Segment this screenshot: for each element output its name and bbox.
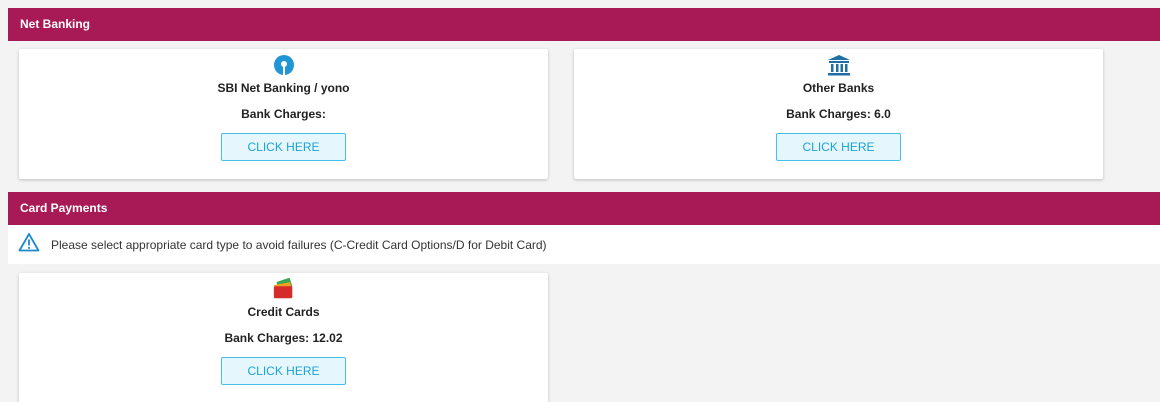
card-payments-header: Card Payments (8, 192, 1160, 225)
net-banking-header: Net Banking (8, 8, 1160, 41)
sbi-net-banking-card: SBI Net Banking / yono Bank Charges: CLI… (19, 49, 548, 179)
bank-charges: Bank Charges: (241, 107, 326, 121)
card-title: Other Banks (802, 81, 875, 95)
bank-charges: Bank Charges: 6.0 (786, 107, 891, 121)
warning-icon (18, 232, 40, 257)
card-title: Credit Cards (247, 305, 320, 319)
other-banks-card: Other Banks Bank Charges: 6.0 CLICK HERE (574, 49, 1103, 179)
sbi-click-here-button[interactable]: CLICK HERE (221, 133, 346, 161)
card-title: SBI Net Banking / yono (217, 81, 350, 95)
net-banking-cards: SBI Net Banking / yono Bank Charges: CLI… (8, 41, 1160, 192)
card-type-notice: Please select appropriate card type to a… (8, 225, 1160, 264)
credit-cards-click-here-button[interactable]: CLICK HERE (221, 357, 346, 385)
card-payment-cards: Credit Cards Bank Charges: 12.02 CLICK H… (8, 264, 1160, 402)
bank-building-icon (827, 53, 851, 77)
credit-cards-icon (272, 277, 296, 301)
credit-cards-card: Credit Cards Bank Charges: 12.02 CLICK H… (19, 273, 548, 402)
bank-charges: Bank Charges: 12.02 (224, 331, 343, 345)
notice-text: Please select appropriate card type to a… (51, 237, 547, 252)
payment-options: Net Banking SBI Net Banking / yono Bank … (8, 8, 1160, 402)
other-banks-click-here-button[interactable]: CLICK HERE (776, 133, 901, 161)
sbi-logo-icon (272, 53, 296, 77)
